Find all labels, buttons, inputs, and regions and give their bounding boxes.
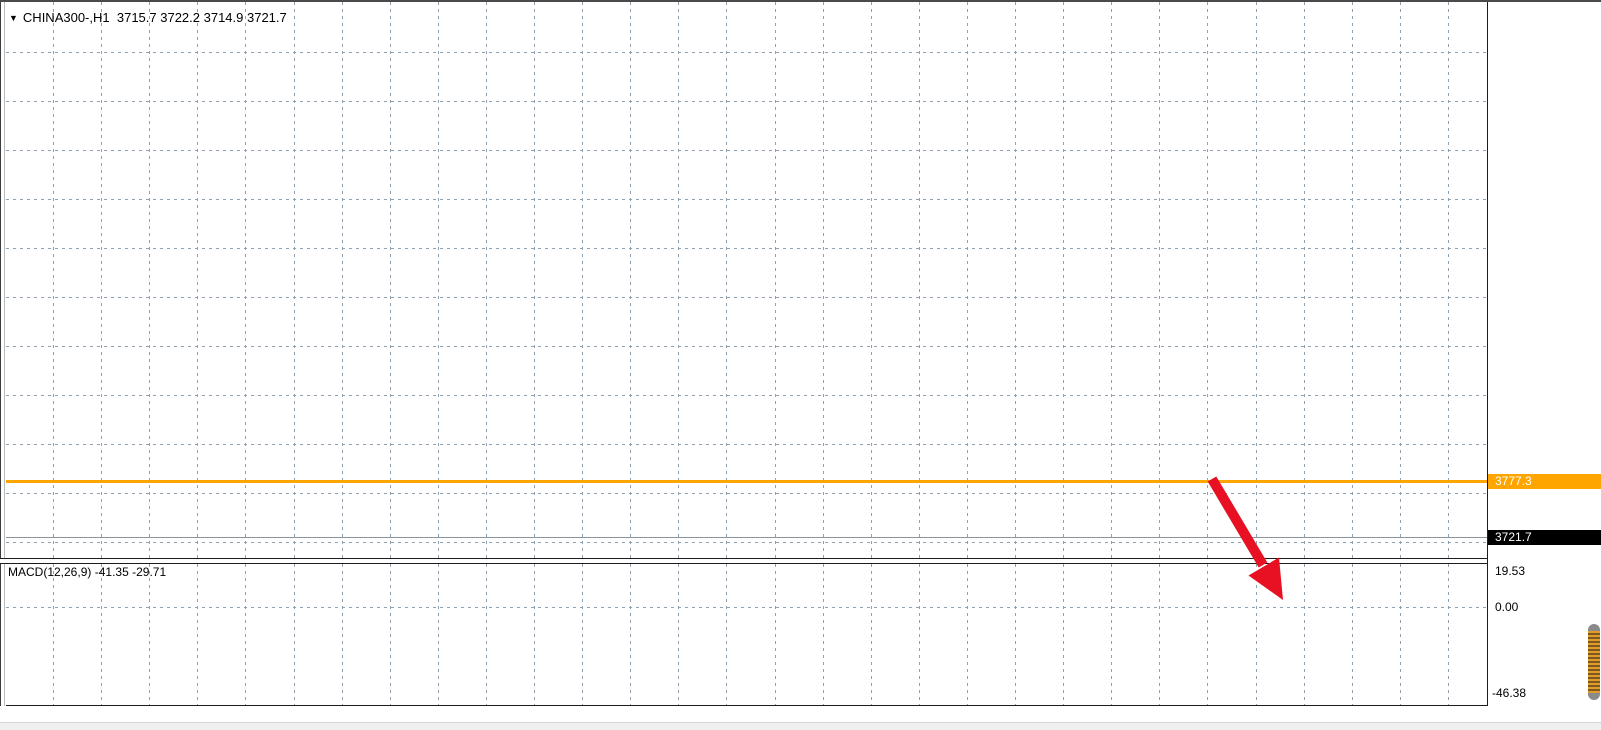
- grid-vline: [582, 2, 583, 558]
- window-left-border: [0, 2, 1, 730]
- symbol-dropdown-icon[interactable]: ▼: [9, 13, 18, 23]
- grid-vline: [1448, 564, 1449, 705]
- grid-vline: [630, 2, 631, 558]
- grid-vline: [1256, 2, 1257, 558]
- current-price-badge: 3721.7: [1488, 530, 1601, 545]
- grid-vline: [726, 564, 727, 705]
- grid-vline: [1304, 564, 1305, 705]
- grid-vline: [534, 564, 535, 705]
- grid-hline: [6, 199, 1487, 200]
- grid-vline: [1207, 2, 1208, 558]
- macd-indicator-pane[interactable]: [6, 564, 1487, 706]
- grid-hline: [6, 52, 1487, 53]
- grid-vline: [1159, 564, 1160, 705]
- grid-vline: [1256, 564, 1257, 705]
- time-axis[interactable]: [0, 706, 1601, 722]
- macd-scale-zero: 0.00: [1495, 600, 1518, 614]
- orange-horizontal-line[interactable]: [6, 480, 1487, 483]
- chart-window: ▼ CHINA300-,H1 3715.7 3722.2 3714.9 3721.…: [0, 0, 1601, 730]
- macd-zero-line: [6, 607, 1487, 608]
- grid-vline: [775, 2, 776, 558]
- grid-hline: [6, 395, 1487, 396]
- grid-hline: [6, 150, 1487, 151]
- grid-vline: [1304, 2, 1305, 558]
- grid-hline: [6, 297, 1487, 298]
- grid-vline: [1063, 2, 1064, 558]
- grid-vline: [486, 564, 487, 705]
- grid-vline: [871, 2, 872, 558]
- macd-scale-bottom: -46.38: [1492, 686, 1526, 700]
- grid-vline: [1352, 564, 1353, 705]
- grid-vline: [1063, 564, 1064, 705]
- grid-vline: [294, 564, 295, 705]
- chart-title: ▼ CHINA300-,H1 3715.7 3722.2 3714.9 3721.…: [9, 10, 287, 25]
- grid-vline: [823, 2, 824, 558]
- macd-scale-top: 19.53: [1495, 564, 1525, 578]
- grid-vline: [871, 564, 872, 705]
- bid-price-line: [6, 537, 1487, 538]
- grid-vline: [534, 2, 535, 558]
- macd-name: MACD(12,26,9): [8, 565, 91, 579]
- grid-vline: [53, 2, 54, 558]
- grid-hline: [6, 346, 1487, 347]
- window-bottom-strip: [0, 722, 1601, 730]
- grid-vline: [1015, 564, 1016, 705]
- grid-vline: [390, 2, 391, 558]
- grid-vline: [1015, 2, 1016, 558]
- grid-vline: [1400, 2, 1401, 558]
- grid-vline: [1400, 564, 1401, 705]
- grid-vline: [101, 2, 102, 558]
- grid-hline: [6, 444, 1487, 445]
- grid-vline: [582, 564, 583, 705]
- grid-vline: [390, 564, 391, 705]
- grid-vline: [919, 564, 920, 705]
- orange-level-price-badge: 3777.3: [1488, 474, 1601, 489]
- title-ohlc-values: 3715.7 3722.2 3714.9 3721.7: [117, 10, 287, 25]
- grid-vline: [149, 2, 150, 558]
- grid-vline: [823, 564, 824, 705]
- grid-vline: [438, 564, 439, 705]
- grid-vline: [245, 2, 246, 558]
- grid-vline: [294, 2, 295, 558]
- grid-vline: [726, 2, 727, 558]
- grid-hline: [6, 101, 1487, 102]
- grid-vline: [1111, 564, 1112, 705]
- grid-vline: [342, 564, 343, 705]
- grid-vline: [630, 564, 631, 705]
- grid-vline: [967, 564, 968, 705]
- grid-hline: [6, 248, 1487, 249]
- macd-indicator-label: MACD(12,26,9) -41.35 -29.71: [8, 565, 166, 579]
- grid-vline: [1448, 2, 1449, 558]
- grid-vline: [245, 564, 246, 705]
- grid-vline: [342, 2, 343, 558]
- grid-hline: [6, 493, 1487, 494]
- grid-vline: [1111, 2, 1112, 558]
- grid-vline: [438, 2, 439, 558]
- scrollbar-thumb-stripes: [1588, 631, 1600, 693]
- grid-vline: [678, 2, 679, 558]
- grid-vline: [101, 564, 102, 705]
- grid-vline: [1352, 2, 1353, 558]
- main-chart-pane[interactable]: [6, 2, 1487, 558]
- grid-vline: [967, 2, 968, 558]
- grid-vline: [919, 2, 920, 558]
- grid-hline: [6, 542, 1487, 543]
- macd-signal-value: -29.71: [132, 565, 166, 579]
- window-left-inner-border: [4, 2, 5, 720]
- grid-vline: [1159, 2, 1160, 558]
- grid-vline: [775, 564, 776, 705]
- scrollbar-thumb[interactable]: [1588, 624, 1600, 700]
- grid-vline: [149, 564, 150, 705]
- symbol-period-label: CHINA300-,H1: [23, 10, 110, 25]
- grid-vline: [1207, 564, 1208, 705]
- grid-vline: [197, 564, 198, 705]
- macd-main-value: -41.35: [95, 565, 129, 579]
- grid-vline: [486, 2, 487, 558]
- grid-vline: [53, 564, 54, 705]
- grid-vline: [678, 564, 679, 705]
- grid-vline: [197, 2, 198, 558]
